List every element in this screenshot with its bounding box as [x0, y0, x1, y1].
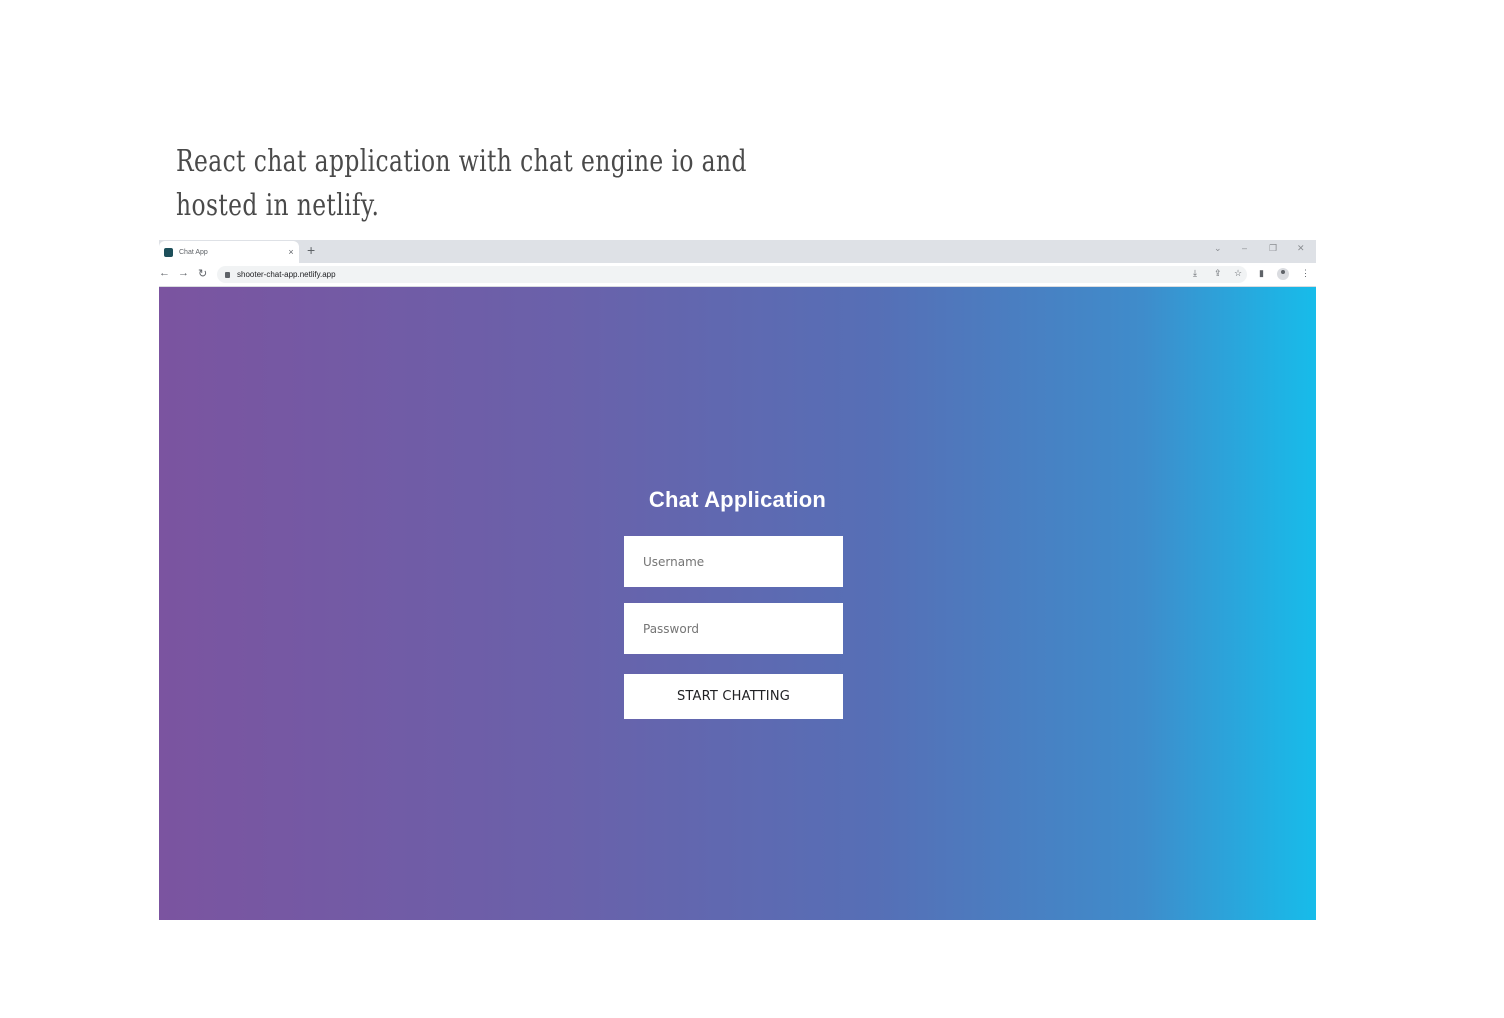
app-favicon-icon: [164, 247, 173, 257]
lock-icon: [225, 271, 230, 278]
browser-window: Chat App × + ⌄ – ❐ ✕ ← → ↻ shooter-chat-…: [159, 240, 1316, 920]
share-icon[interactable]: ⇪: [1214, 268, 1222, 279]
password-input[interactable]: [624, 603, 843, 654]
minimize-icon[interactable]: –: [1242, 243, 1247, 253]
close-window-icon[interactable]: ✕: [1297, 243, 1305, 254]
page-viewport: Chat Application START CHATTING: [159, 287, 1316, 920]
page-caption: React chat application with chat engine …: [176, 140, 747, 228]
profile-avatar-icon[interactable]: [1277, 268, 1289, 280]
toolbar: ← → ↻ shooter-chat-app.netlify.app ⤓ ⇪ ☆…: [159, 263, 1316, 287]
app-title: Chat Application: [648, 487, 827, 512]
reload-icon[interactable]: ↻: [198, 267, 207, 280]
caption-line-2: hosted in netlify.: [176, 188, 380, 223]
tab-close-icon[interactable]: ×: [284, 247, 298, 257]
url-text: shooter-chat-app.netlify.app: [237, 270, 336, 279]
address-bar[interactable]: shooter-chat-app.netlify.app: [217, 266, 1247, 283]
tab-title: Chat App: [179, 248, 208, 256]
forward-icon[interactable]: →: [178, 267, 189, 279]
menu-kebab-icon[interactable]: ⋮: [1301, 268, 1310, 279]
tab-strip: Chat App × + ⌄ – ❐ ✕: [159, 240, 1316, 263]
username-input[interactable]: [624, 536, 843, 587]
restore-icon[interactable]: ❐: [1269, 243, 1277, 254]
new-tab-button[interactable]: +: [307, 242, 315, 258]
caption-line-1: React chat application with chat engine …: [176, 144, 747, 179]
bookmark-star-icon[interactable]: ☆: [1234, 268, 1242, 279]
install-app-icon[interactable]: ⤓: [1193, 268, 1197, 279]
back-icon[interactable]: ←: [159, 267, 170, 279]
side-panel-icon[interactable]: ▮: [1259, 268, 1264, 279]
tab-search-icon[interactable]: ⌄: [1214, 243, 1222, 254]
tab-chat-app[interactable]: Chat App ×: [159, 241, 299, 263]
start-chatting-button[interactable]: START CHATTING: [624, 674, 843, 719]
